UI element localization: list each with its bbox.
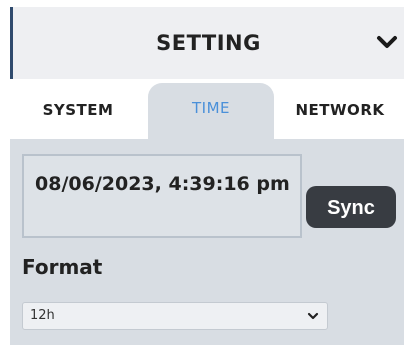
format-select[interactable]: 12h [22,302,328,330]
format-label: Format [22,255,103,279]
time-tab-content: 08/06/2023, 4:39:16 pm Sync Format 12h [10,139,404,345]
datetime-value: 08/06/2023, 4:39:16 pm [35,173,290,195]
settings-title: SETTING [156,31,261,55]
chevron-down-icon[interactable] [376,33,398,51]
tab-time[interactable]: TIME [148,83,274,139]
settings-header[interactable]: SETTING [10,7,404,79]
settings-panel: SETTING SYSTEM TIME NETWORK 08/06/2023, … [10,7,404,345]
format-select-value: 12h [30,308,55,323]
settings-tabs: SYSTEM TIME NETWORK [10,83,404,139]
datetime-display: 08/06/2023, 4:39:16 pm [22,154,302,238]
sync-button[interactable]: Sync [306,186,396,228]
chevron-down-icon [307,312,319,320]
tab-system[interactable]: SYSTEM [10,89,146,139]
tab-network[interactable]: NETWORK [276,89,404,139]
